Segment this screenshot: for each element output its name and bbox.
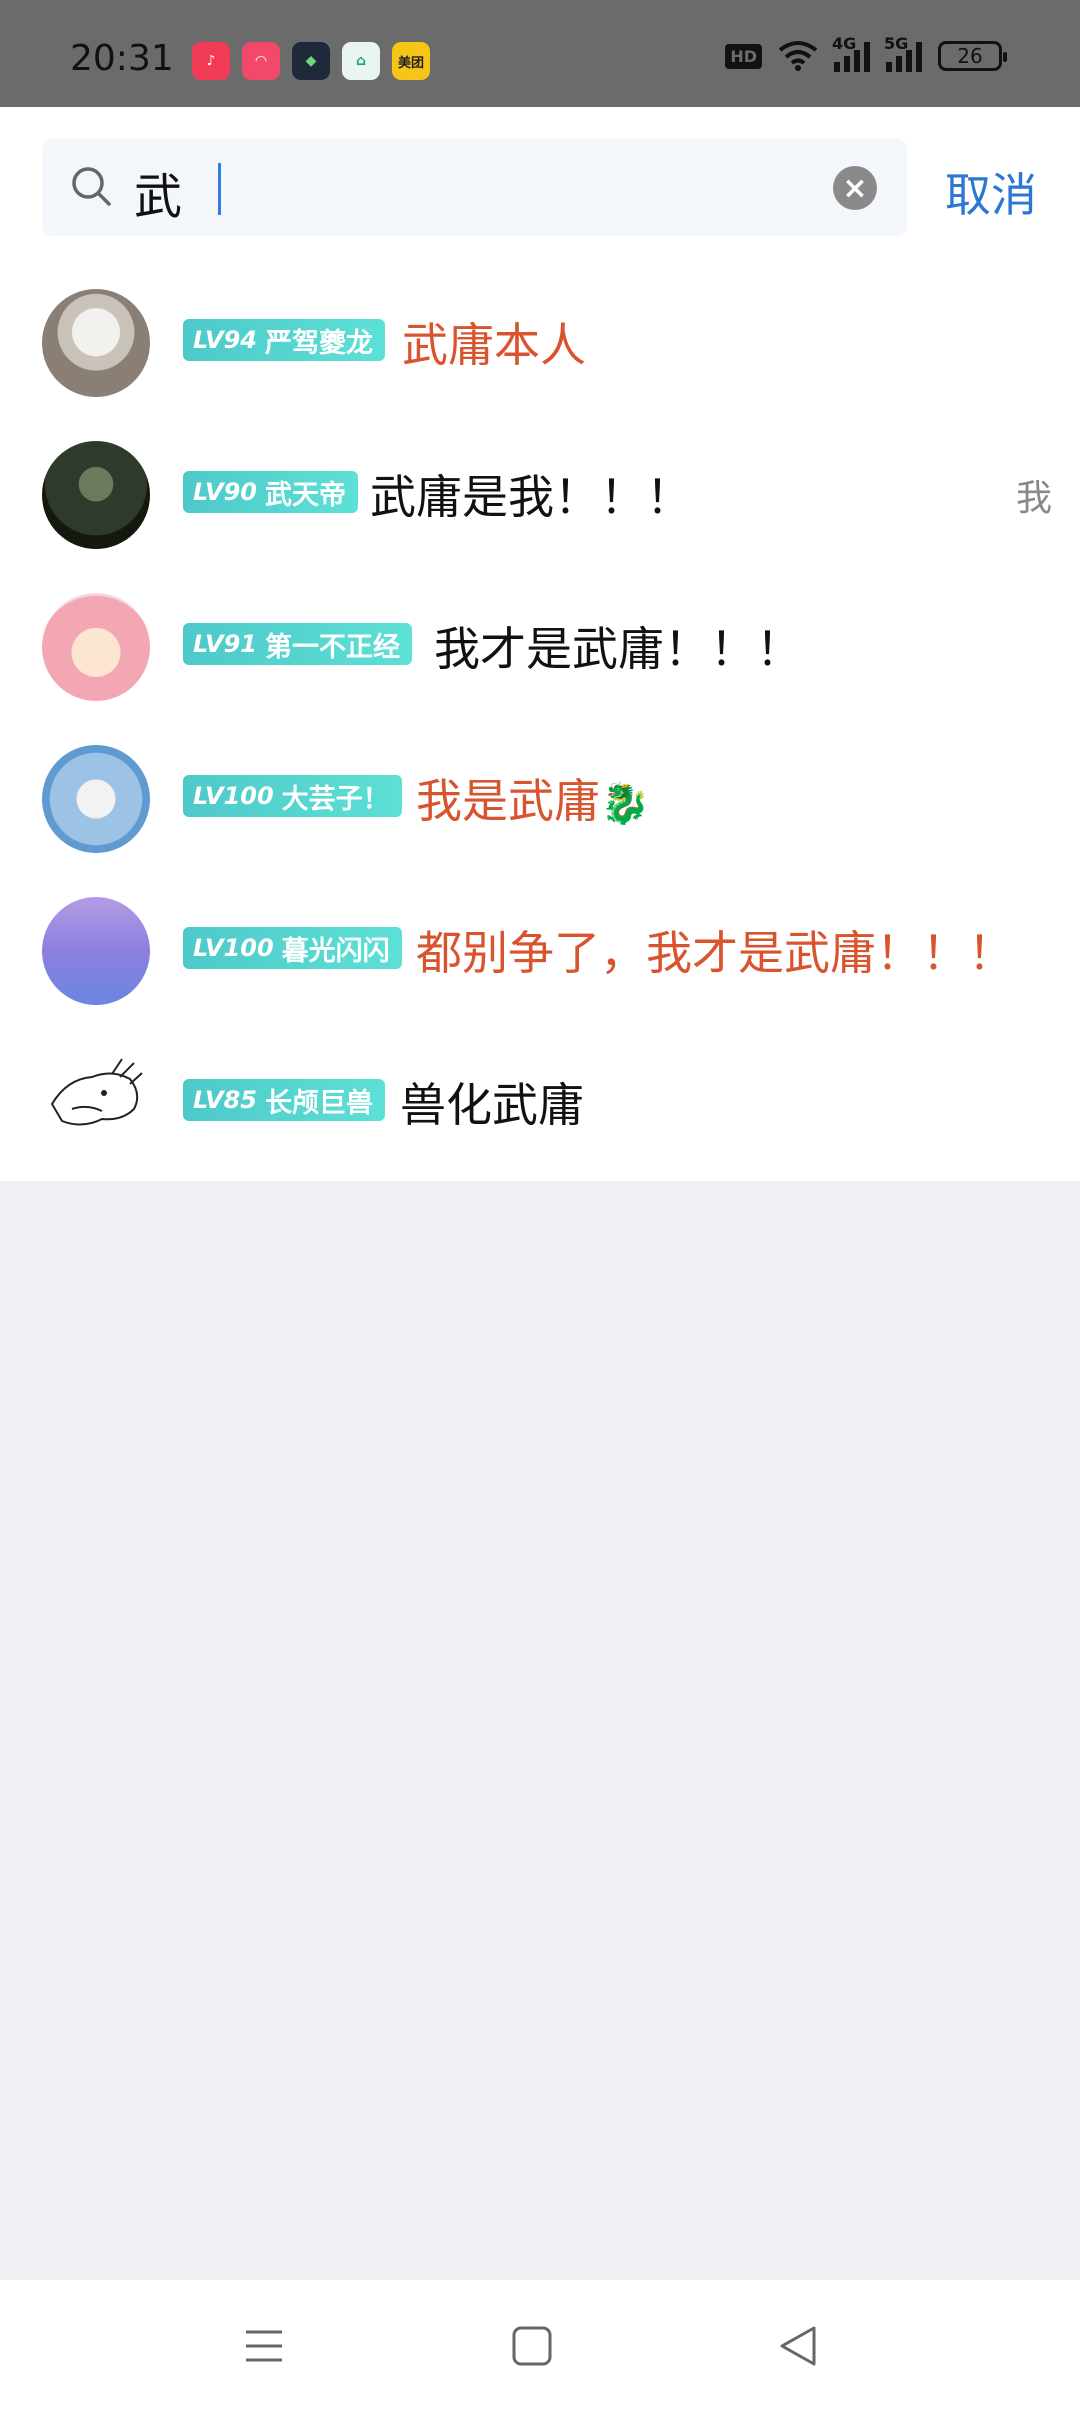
level-badge: LV91 第一不正经 xyxy=(183,623,412,665)
status-bar: 20:31 ♪ ◠ ◆ ⌂ 美团 HD 4G 5G 26 xyxy=(0,0,1080,107)
sketch-beast-icon xyxy=(50,1058,143,1126)
user-name: 我才是武庸！！！ xyxy=(434,622,802,676)
battery-icon: 26 xyxy=(938,41,1007,71)
menu-icon[interactable] xyxy=(242,2324,286,2368)
clear-search-button[interactable]: × xyxy=(833,166,877,210)
back-triangle-icon[interactable] xyxy=(776,2324,820,2368)
avatar xyxy=(42,897,150,1005)
avatar xyxy=(42,745,150,853)
me-tag: 我 xyxy=(1015,478,1052,519)
search-results-list: LV94 严驾夔龙 武庸本人 LV90 武天帝 武庸是我！！！ 我 LV91 第一不正… xyxy=(0,257,1080,1181)
signal-5g-icon: 5G xyxy=(884,34,922,72)
dragon-emoji-icon: 🐉 xyxy=(600,781,650,827)
result-row[interactable]: LV100 暮光闪闪 都别争了，我才是武庸！！！ xyxy=(0,865,1080,1017)
search-icon xyxy=(72,167,111,206)
result-row[interactable]: LV100 大芸子！ 我是武庸🐉 xyxy=(0,713,1080,865)
status-time: 20:31 xyxy=(70,38,174,79)
cancel-button[interactable]: 取消 xyxy=(945,159,1037,225)
user-name: 武庸是我！！！ xyxy=(370,470,692,524)
bilibili-like-app-icon: ◠ xyxy=(242,42,280,80)
avatar xyxy=(42,289,150,397)
avatar xyxy=(42,1049,150,1157)
wifi-icon xyxy=(778,41,818,71)
result-row[interactable]: LV91 第一不正经 我才是武庸！！！ xyxy=(0,561,1080,713)
shield-app-icon: ◆ xyxy=(292,42,330,80)
music-app-icon: ♪ xyxy=(192,42,230,80)
result-row[interactable]: LV90 武天帝 武庸是我！！！ 我 xyxy=(0,409,1080,561)
user-name: 兽化武庸 xyxy=(400,1078,584,1132)
search-box[interactable]: 武 × xyxy=(42,139,907,236)
home-app-icon: ⌂ xyxy=(342,42,380,80)
user-name: 都别争了，我才是武庸！！！ xyxy=(416,926,1014,980)
level-badge: LV94 严驾夔龙 xyxy=(183,319,385,361)
close-icon: × xyxy=(842,170,868,206)
system-nav-bar xyxy=(0,2280,1080,2412)
level-badge: LV100 大芸子！ xyxy=(183,775,402,817)
user-name: 武庸本人 xyxy=(402,318,586,372)
notification-app-icons: ♪ ◠ ◆ ⌂ 美团 xyxy=(192,42,430,80)
hd-voice-icon: HD xyxy=(725,43,762,69)
level-badge: LV90 武天帝 xyxy=(183,471,358,513)
meituan-app-icon: 美团 xyxy=(392,42,430,80)
status-indicators: HD 4G 5G 26 xyxy=(725,34,1007,72)
result-row[interactable]: LV94 严驾夔龙 武庸本人 xyxy=(0,257,1080,409)
result-row[interactable]: LV85 长颅巨兽 兽化武庸 xyxy=(0,1017,1080,1169)
home-square-icon[interactable] xyxy=(510,2324,554,2368)
search-input[interactable]: 武 xyxy=(134,157,182,227)
level-badge: LV85 长颅巨兽 xyxy=(183,1079,385,1121)
text-cursor xyxy=(218,163,221,215)
avatar xyxy=(42,441,150,549)
avatar xyxy=(42,593,150,701)
signal-4g-icon: 4G xyxy=(832,34,870,72)
search-header: 武 × 取消 xyxy=(0,107,1080,257)
level-badge: LV100 暮光闪闪 xyxy=(183,927,402,969)
user-name: 我是武庸🐉 xyxy=(416,774,650,828)
